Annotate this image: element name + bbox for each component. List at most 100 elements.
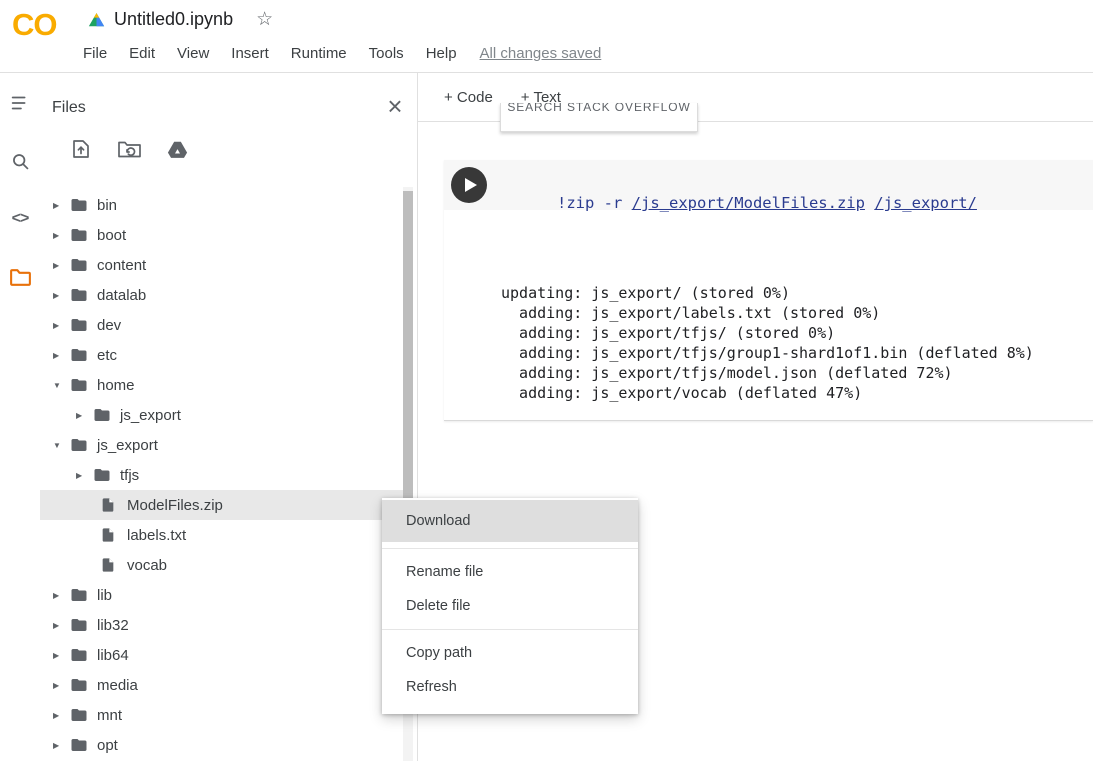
chevron-right-icon[interactable]: ▶ [53, 291, 70, 300]
tree-item-lib32[interactable]: ▶ lib32 [40, 610, 403, 640]
tree-item-tfjs[interactable]: ▶tfjs [40, 460, 403, 490]
code-path-link[interactable]: /js_export/ModelFiles.zip [632, 194, 865, 212]
tree-item-labels-txt[interactable]: labels.txt [40, 520, 403, 550]
chevron-right-icon[interactable]: ▶ [53, 201, 70, 210]
tree-item-label: js_export [120, 407, 181, 424]
context-menu-item-delete-file[interactable]: Delete file [382, 589, 638, 623]
file-icon [100, 496, 118, 514]
menu-edit[interactable]: Edit [118, 41, 166, 66]
chevron-right-icon[interactable]: ▶ [53, 621, 70, 630]
menu-runtime[interactable]: Runtime [280, 41, 358, 66]
search-icon[interactable] [6, 147, 34, 175]
files-panel-toolbar [66, 135, 192, 163]
output-line: adding: js_export/labels.txt (stored 0%) [501, 303, 1093, 323]
tree-item-datalab[interactable]: ▶datalab [40, 280, 403, 310]
files-scrollbar-thumb[interactable] [403, 191, 413, 539]
files-icon[interactable] [6, 263, 34, 291]
star-icon[interactable]: ☆ [256, 8, 273, 31]
tree-item-label: etc [97, 347, 117, 364]
context-menu-item-copy-path[interactable]: Copy path [382, 636, 638, 670]
menu-file[interactable]: File [72, 41, 118, 66]
tree-item-lib64[interactable]: ▶lib64 [40, 640, 403, 670]
play-icon [465, 178, 477, 192]
menu-help[interactable]: Help [415, 41, 468, 66]
tree-item-content[interactable]: ▶content [40, 250, 403, 280]
folder-icon [70, 616, 88, 634]
refresh-folder-icon[interactable] [114, 135, 144, 163]
chevron-right-icon[interactable]: ▶ [53, 681, 70, 690]
tree-item-dev[interactable]: ▶ dev [40, 310, 403, 340]
save-status[interactable]: All changes saved [480, 45, 602, 62]
close-icon[interactable]: × [380, 91, 410, 121]
file-tree: ▶bin▶boot▶content▶datalab▶dev▶etc▼home▶j… [40, 190, 403, 761]
tree-item-lib[interactable]: ▶ lib [40, 580, 403, 610]
chevron-right-icon[interactable]: ▶ [53, 261, 70, 270]
output-line: updating: js_export/ (stored 0%) [501, 283, 1093, 303]
tree-item-js-export[interactable]: ▼js_export [40, 430, 403, 460]
code-snippets-icon[interactable]: <> [6, 205, 34, 233]
tree-item-js-export[interactable]: ▶ js_export [40, 400, 403, 430]
tree-item-label: lib32 [97, 617, 129, 634]
tree-item-media[interactable]: ▶media [40, 670, 403, 700]
tree-item-label: home [97, 377, 135, 394]
chevron-right-icon[interactable]: ▶ [53, 711, 70, 720]
tree-item-etc[interactable]: ▶ etc [40, 340, 403, 370]
context-menu-item-download[interactable]: Download [382, 500, 638, 542]
tree-item-bin[interactable]: ▶bin [40, 190, 403, 220]
files-panel-title: Files [52, 99, 86, 117]
output-line: adding: js_export/tfjs/ (stored 0%) [501, 323, 1093, 343]
chevron-right-icon[interactable]: ▶ [53, 591, 70, 600]
search-stack-overflow-button[interactable]: SEARCH STACK OVERFLOW [500, 103, 698, 132]
context-menu-item-refresh[interactable]: Refresh [382, 670, 638, 704]
chevron-right-icon[interactable]: ▶ [76, 411, 93, 420]
folder-icon [93, 466, 111, 484]
menu-tools[interactable]: Tools [358, 41, 415, 66]
add-code-button[interactable]: + Code [434, 83, 503, 112]
mount-drive-icon[interactable] [162, 135, 192, 163]
cell-output: updating: js_export/ (stored 0%) adding:… [444, 210, 1093, 420]
tree-item-modelfiles-zip[interactable]: ModelFiles.zip [40, 490, 403, 520]
code-line[interactable]: !zip -r /js_export/ModelFiles.zip /js_ex… [501, 158, 977, 212]
table-of-contents-icon[interactable] [6, 89, 34, 117]
search-stack-overflow-label: SEARCH STACK OVERFLOW [507, 103, 690, 131]
left-icon-rail: <> [0, 73, 40, 761]
menu-insert[interactable]: Insert [220, 41, 280, 66]
menu-view[interactable]: View [166, 41, 220, 66]
files-panel: Files × ▶bin▶boot▶content▶datalab▶dev▶et… [40, 73, 418, 761]
chevron-right-icon[interactable]: ▶ [53, 741, 70, 750]
tree-item-home[interactable]: ▼ home [40, 370, 403, 400]
folder-icon [70, 586, 88, 604]
tree-item-label: dev [97, 317, 121, 334]
folder-icon [70, 376, 88, 394]
chevron-right-icon[interactable]: ▶ [53, 651, 70, 660]
context-menu-item-rename-file[interactable]: Rename file [382, 555, 638, 589]
output-line: adding: js_export/tfjs/group1-shard1of1.… [501, 343, 1093, 363]
tree-item-label: opt [97, 737, 118, 754]
tree-item-mnt[interactable]: ▶mnt [40, 700, 403, 730]
file-icon [100, 556, 118, 574]
code-cell-editor[interactable]: !zip -r /js_export/ModelFiles.zip /js_ex… [444, 160, 1093, 210]
chevron-down-icon[interactable]: ▼ [53, 381, 70, 390]
tree-item-vocab[interactable]: vocab [40, 550, 403, 580]
drive-icon [88, 12, 105, 27]
folder-icon [70, 706, 88, 724]
chevron-down-icon[interactable]: ▼ [53, 441, 70, 450]
menu-divider [382, 548, 638, 549]
chevron-right-icon[interactable]: ▶ [76, 471, 93, 480]
tree-item-label: ModelFiles.zip [127, 497, 223, 514]
output-line: adding: js_export/vocab (deflated 47%) [501, 383, 1093, 403]
document-title-row: Untitled0.ipynb ☆ [88, 8, 273, 31]
chevron-right-icon[interactable]: ▶ [53, 351, 70, 360]
run-cell-button[interactable] [451, 167, 487, 203]
colab-logo[interactable]: CO [12, 7, 57, 43]
code-text: !zip -r [557, 194, 632, 212]
upload-icon[interactable] [66, 135, 96, 163]
chevron-right-icon[interactable]: ▶ [53, 321, 70, 330]
code-path-link[interactable]: /js_export/ [874, 194, 977, 212]
tree-item-opt[interactable]: ▶ opt [40, 730, 403, 760]
tree-item-label: lib [97, 587, 112, 604]
tree-item-boot[interactable]: ▶boot [40, 220, 403, 250]
chevron-right-icon[interactable]: ▶ [53, 231, 70, 240]
code-text [865, 194, 874, 212]
notebook-title[interactable]: Untitled0.ipynb [114, 9, 233, 30]
